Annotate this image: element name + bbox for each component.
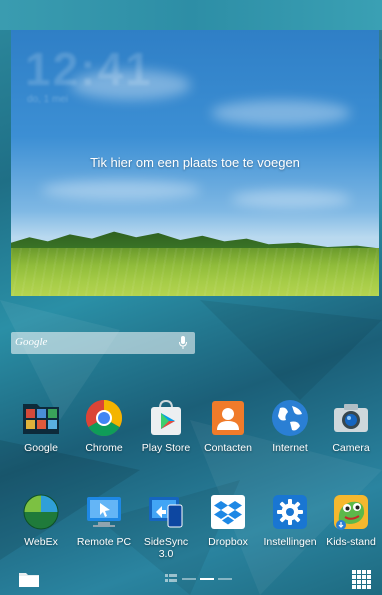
app-label: Dropbox — [208, 536, 248, 548]
google-search-bar[interactable]: Google — [11, 332, 195, 354]
camera-icon — [334, 404, 368, 432]
clock-time: 12:41 — [25, 43, 153, 95]
status-bar-area — [0, 0, 382, 30]
add-location-prompt[interactable]: Tik hier om een plaats toe te voegen — [11, 155, 379, 170]
page-list-icon — [165, 574, 177, 582]
app-settings[interactable]: Instellingen — [258, 492, 322, 548]
app-label: Contacten — [204, 442, 252, 454]
chrome-icon — [85, 400, 123, 437]
app-google-folder[interactable]: Google — [9, 398, 73, 454]
app-drawer-grid-icon[interactable] — [352, 570, 372, 590]
internet-globe-icon — [272, 400, 308, 436]
home-pages-indicator[interactable] — [165, 574, 235, 584]
cloud — [211, 100, 351, 126]
app-label: Play Store — [141, 442, 191, 454]
app-play-store[interactable]: Play Store — [134, 398, 198, 454]
page-dot — [218, 578, 232, 580]
settings-gear-icon — [273, 495, 307, 529]
widget-field-texture — [11, 248, 379, 296]
app-sidesync[interactable]: SideSync 3.0 — [134, 492, 198, 560]
app-label: WebEx — [24, 536, 58, 548]
page-dot-active — [200, 578, 214, 580]
play-store-icon — [151, 399, 181, 435]
app-internet[interactable]: Internet — [258, 398, 322, 454]
app-dropbox[interactable]: Dropbox — [196, 492, 260, 548]
app-label: Google — [24, 442, 58, 454]
app-contacts[interactable]: Contacten — [196, 398, 260, 454]
weather-clock-widget[interactable]: 12:41 do, 1 mei Tik hier om een plaats t… — [11, 30, 379, 296]
kids-mode-icon — [334, 495, 368, 530]
app-label: Internet — [272, 442, 308, 454]
google-logo: Google — [15, 336, 48, 348]
sidesync-icon — [149, 497, 183, 528]
cloud — [231, 190, 351, 208]
microphone-icon[interactable] — [178, 336, 188, 350]
page-dot — [182, 578, 196, 580]
app-webex[interactable]: WebEx — [9, 492, 73, 548]
dropbox-icon — [211, 495, 245, 529]
app-label: Instellingen — [263, 536, 317, 548]
folder-icon[interactable] — [18, 570, 40, 588]
app-label: Camera — [332, 442, 370, 454]
app-remote-pc[interactable]: Remote PC — [72, 492, 136, 548]
app-label: Remote PC — [76, 536, 132, 548]
app-label: Kids-stand — [326, 536, 376, 548]
remote-pc-icon — [87, 497, 121, 527]
webex-icon — [23, 494, 59, 530]
home-dock — [0, 566, 382, 595]
app-label: SideSync 3.0 — [143, 536, 189, 560]
contacts-icon — [212, 401, 244, 435]
app-label: Chrome — [85, 442, 123, 454]
app-camera[interactable]: Camera — [319, 398, 382, 454]
app-chrome[interactable]: Chrome — [72, 398, 136, 454]
cloud — [41, 180, 201, 200]
home-apps-grid: Google Chrome Play Store Contacten Inter… — [0, 394, 382, 564]
clock-date: do, 1 mei — [27, 94, 69, 105]
app-kids-mode[interactable]: Kids-stand — [319, 492, 382, 548]
google-folder-icon — [23, 404, 59, 434]
